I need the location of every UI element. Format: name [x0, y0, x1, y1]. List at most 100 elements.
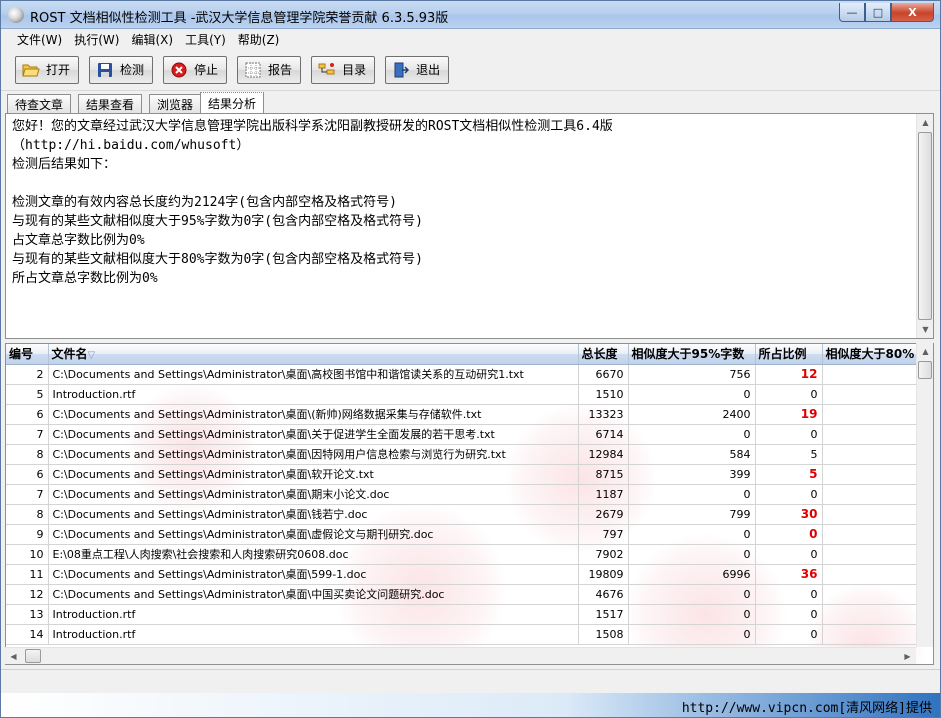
open-button[interactable]: 打开	[15, 55, 80, 84]
scroll-thumb[interactable]	[918, 361, 932, 379]
menu-edit[interactable]: 编辑(X)	[125, 31, 179, 48]
cell-count80	[822, 504, 923, 525]
cell-id: 7	[6, 484, 49, 505]
cell-filename: C:\Documents and Settings\Administrator\…	[48, 404, 579, 425]
close-icon: X	[908, 5, 917, 19]
scroll-thumb[interactable]	[25, 649, 41, 663]
cell-ratio: 12	[755, 364, 823, 385]
exit-button[interactable]: 退出	[385, 55, 450, 84]
cell-id: 7	[6, 424, 49, 445]
scroll-left-icon[interactable]: ◀	[5, 648, 22, 665]
table-vertical-scrollbar[interactable]: ▲	[916, 343, 933, 647]
cell-filename: C:\Documents and Settings\Administrator\…	[48, 424, 579, 445]
cell-count80	[822, 364, 923, 385]
cell-count95: 6996	[628, 564, 756, 585]
menu-tools[interactable]: 工具(Y)	[179, 31, 232, 48]
cell-ratio: 0	[755, 484, 823, 505]
cell-length: 12984	[578, 444, 629, 465]
table-row[interactable]: 11 C:\Documents and Settings\Administrato…	[6, 564, 923, 585]
directory-tree-icon	[318, 61, 336, 79]
cell-length: 1187	[578, 484, 629, 505]
table-row[interactable]: 14 Introduction.rtf 1508 0 0	[6, 624, 923, 645]
scroll-down-icon[interactable]: ▼	[917, 321, 934, 338]
cell-ratio: 0	[755, 424, 823, 445]
table-row[interactable]: 8 C:\Documents and Settings\Administrator…	[6, 444, 923, 465]
cell-filename: C:\Documents and Settings\Administrator\…	[48, 564, 579, 585]
cell-ratio: 30	[755, 504, 823, 525]
cell-ratio: 0	[755, 544, 823, 565]
cell-count80	[822, 424, 923, 445]
column-header-count80[interactable]: 相似度大于80%	[822, 344, 923, 365]
cell-count80	[822, 384, 923, 405]
detect-button[interactable]: 检测	[89, 55, 154, 84]
window-title: ROST 文档相似性检测工具 -武汉大学信息管理学院荣誉贡献 6.3.5.93版	[30, 11, 449, 26]
column-header-count95[interactable]: 相似度大于95%字数	[628, 344, 756, 365]
table-row[interactable]: 10 E:\08重点工程\人肉搜索\社会搜索和人肉搜索研究0608.doc 7902…	[6, 544, 923, 565]
scroll-up-icon[interactable]: ▲	[917, 114, 934, 131]
report-button[interactable]: 报告	[237, 55, 302, 84]
directory-button-label: 目录	[342, 63, 367, 77]
cell-length: 797	[578, 524, 629, 545]
open-folder-icon	[22, 61, 40, 79]
title-bar[interactable]: ROST 文档相似性检测工具 -武汉大学信息管理学院荣誉贡献 6.3.5.93版…	[1, 1, 940, 29]
watermark-text: http://www.vipcn.com[清风网络]提供	[681, 701, 932, 716]
column-header-id[interactable]: 编号	[6, 344, 49, 365]
tab-result-analysis[interactable]: 结果分析	[200, 92, 265, 113]
maximize-button[interactable]: □	[865, 3, 891, 22]
table-row[interactable]: 6 C:\Documents and Settings\Administrator…	[6, 464, 923, 485]
cell-filename: C:\Documents and Settings\Administrator\…	[48, 524, 579, 545]
column-header-length[interactable]: 总长度	[578, 344, 629, 365]
cell-ratio: 19	[755, 404, 823, 425]
result-vertical-scrollbar[interactable]: ▲ ▼	[916, 114, 933, 338]
cell-ratio: 0	[755, 584, 823, 605]
table-row[interactable]: 2 C:\Documents and Settings\Administrator…	[6, 364, 923, 385]
table-row[interactable]: 5 Introduction.rtf 1510 0 0	[6, 384, 923, 405]
cell-id: 5	[6, 384, 49, 405]
cell-filename: C:\Documents and Settings\Administrator\…	[48, 584, 579, 605]
cell-length: 7902	[578, 544, 629, 565]
exit-button-label: 退出	[416, 63, 441, 77]
cell-id: 6	[6, 404, 49, 425]
cell-id: 8	[6, 504, 49, 525]
table-horizontal-scrollbar[interactable]: ◀ ▶	[5, 647, 916, 664]
scroll-thumb[interactable]	[918, 132, 932, 320]
column-header-ratio[interactable]: 所占比例	[755, 344, 823, 365]
result-text-panel[interactable]: 您好！您的文章经过武汉大学信息管理学院出版科学系沈阳副教授研发的ROST文档相似…	[5, 113, 934, 339]
table-row[interactable]: 12 C:\Documents and Settings\Administrato…	[6, 584, 923, 605]
menu-run[interactable]: 执行(W)	[68, 31, 125, 48]
app-logo-icon	[8, 7, 24, 23]
close-button[interactable]: X	[891, 3, 934, 22]
cell-length: 19809	[578, 564, 629, 585]
table-row[interactable]: 7 C:\Documents and Settings\Administrator…	[6, 424, 923, 445]
table-row[interactable]: 6 C:\Documents and Settings\Administrator…	[6, 404, 923, 425]
menu-file[interactable]: 文件(W)	[11, 31, 68, 48]
column-header-filename[interactable]: 文件名▽	[48, 344, 579, 365]
scroll-up-icon[interactable]: ▲	[917, 343, 934, 360]
table-header-row: 编号 文件名▽ 总长度 相似度大于95%字数 所占比例 相似度大于80%	[6, 344, 923, 365]
cell-count80	[822, 484, 923, 505]
cell-filename: C:\Documents and Settings\Administrator\…	[48, 464, 579, 485]
table-row[interactable]: 9 C:\Documents and Settings\Administrator…	[6, 524, 923, 545]
scroll-right-icon[interactable]: ▶	[899, 648, 916, 665]
tab-result-view[interactable]: 结果查看	[78, 94, 143, 113]
app-window: ROST 文档相似性检测工具 -武汉大学信息管理学院荣誉贡献 6.3.5.93版…	[0, 0, 941, 718]
cell-filename: C:\Documents and Settings\Administrator\…	[48, 504, 579, 525]
exit-door-icon	[392, 61, 410, 79]
similarity-table: 编号 文件名▽ 总长度 相似度大于95%字数 所占比例 相似度大于80% 2 C:…	[6, 344, 923, 645]
minimize-button[interactable]: —	[839, 3, 865, 22]
cell-length: 6714	[578, 424, 629, 445]
tab-strip: 待查文章 结果查看 浏览器 结果分析	[7, 92, 265, 113]
table-row[interactable]: 7 C:\Documents and Settings\Administrator…	[6, 484, 923, 505]
stop-button[interactable]: 停止	[163, 55, 228, 84]
tab-browser[interactable]: 浏览器	[149, 94, 202, 113]
tab-pending-article[interactable]: 待查文章	[7, 94, 72, 113]
cell-length: 1510	[578, 384, 629, 405]
cell-count95: 0	[628, 544, 756, 565]
menu-help[interactable]: 帮助(Z)	[232, 31, 286, 48]
directory-button[interactable]: 目录	[311, 55, 376, 84]
cell-count80	[822, 564, 923, 585]
cell-length: 1517	[578, 604, 629, 625]
table-row[interactable]: 8 C:\Documents and Settings\Administrator…	[6, 504, 923, 525]
table-row[interactable]: 13 Introduction.rtf 1517 0 0	[6, 604, 923, 625]
cell-id: 9	[6, 524, 49, 545]
